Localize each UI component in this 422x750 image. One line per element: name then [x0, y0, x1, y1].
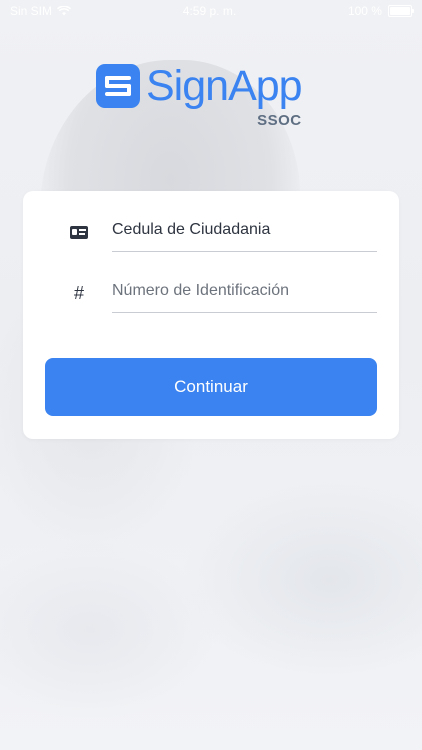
hash-icon: #: [73, 282, 84, 303]
app-logo: SignApp SSOC: [96, 62, 303, 129]
wifi-icon: [57, 6, 72, 16]
document-type-row[interactable]: Cedula de Ciudadania: [23, 211, 399, 252]
carrier-label: Sin SIM: [10, 4, 53, 18]
document-type-value: Cedula de Ciudadania: [112, 221, 271, 238]
signapp-logo-icon: [96, 64, 140, 108]
status-bar: Sin SIM 4:59 p. m. 100 %: [0, 0, 422, 22]
id-number-row[interactable]: # Número de Identificación: [23, 272, 399, 313]
id-card-icon: [69, 222, 89, 242]
id-number-input[interactable]: Número de Identificación: [112, 272, 377, 313]
clock: 4:59 p. m.: [182, 4, 237, 18]
continue-button[interactable]: Continuar: [45, 358, 377, 416]
battery-percent: 100 %: [347, 4, 382, 18]
document-type-select[interactable]: Cedula de Ciudadania: [112, 211, 377, 252]
id-number-placeholder: Número de Identificación: [112, 282, 289, 299]
brand-name: SignApp: [146, 62, 303, 110]
brand-subtitle: SSOC: [257, 112, 302, 129]
login-card: Cedula de Ciudadania # Número de Identif…: [23, 191, 399, 439]
battery-icon: [387, 5, 414, 17]
